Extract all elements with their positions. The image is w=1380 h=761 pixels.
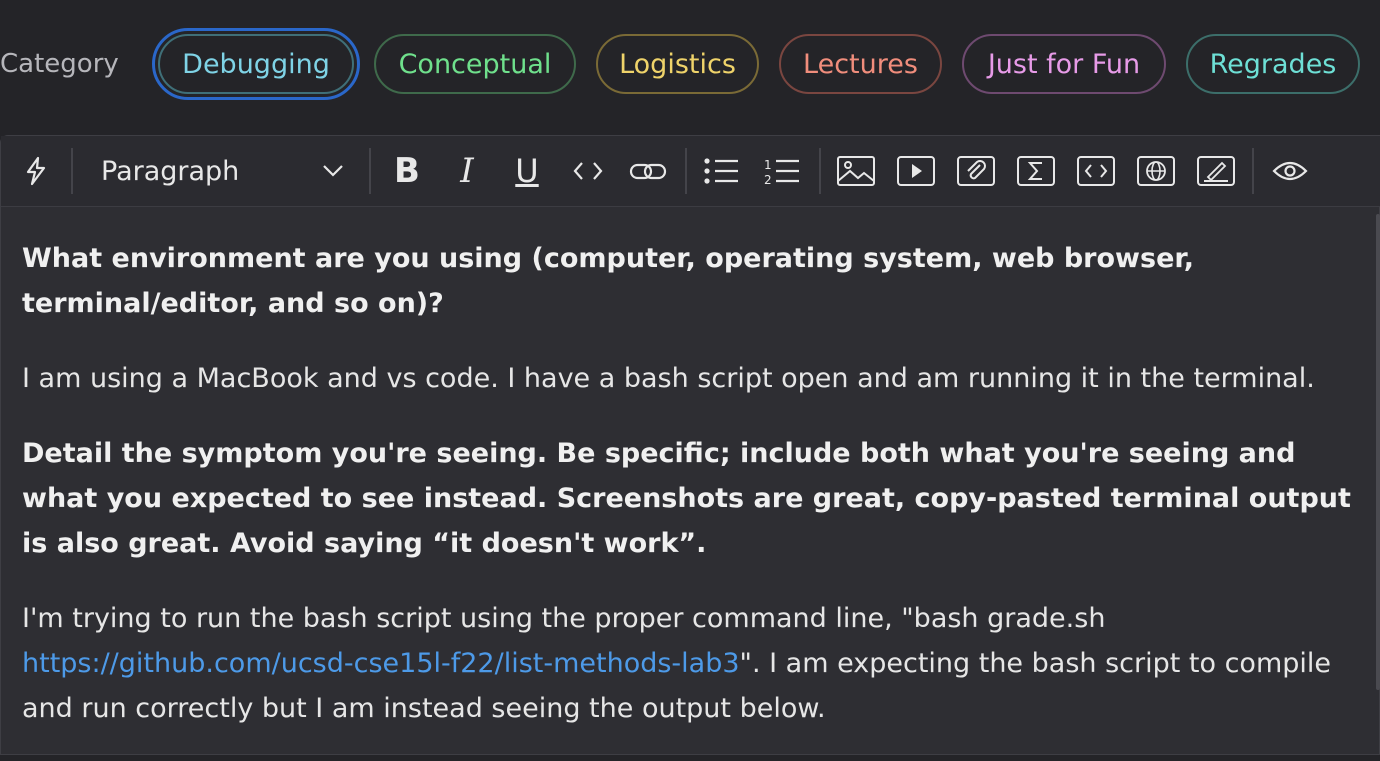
category-pill-regrades[interactable]: Regrades [1186, 34, 1360, 94]
block-type-select[interactable]: Paragraph [83, 148, 363, 194]
bullet-list-icon[interactable] [701, 150, 743, 192]
answer-symptom-text-start: I'm trying to run the bash script using … [22, 603, 1106, 634]
category-row: Category Debugging Conceptual Logistics … [0, 28, 1380, 100]
lightning-icon[interactable] [15, 150, 57, 192]
category-pill-debugging[interactable]: Debugging [152, 28, 360, 100]
editor-toolbar: Paragraph B I U 12 [1, 136, 1380, 207]
answer-environment: I am using a MacBook and vs code. I have… [22, 363, 1315, 394]
question-environment: What environment are you using (computer… [22, 243, 1194, 319]
repo-link[interactable]: https://github.com/ucsd-cse15l-f22/list-… [22, 648, 740, 679]
svg-text:2: 2 [764, 173, 772, 186]
category-pill-lectures[interactable]: Lectures [779, 34, 942, 94]
image-icon[interactable] [835, 150, 877, 192]
question-symptom: Detail the symptom you're seeing. Be spe… [22, 438, 1351, 559]
link-icon[interactable] [627, 150, 669, 192]
math-icon[interactable] [1015, 150, 1057, 192]
category-pill-just-for-fun[interactable]: Just for Fun [962, 34, 1166, 94]
italic-icon[interactable]: I [446, 150, 488, 192]
scrollbar[interactable] [1376, 214, 1380, 690]
answer-symptom: I'm trying to run the bash script using … [22, 596, 1362, 731]
rich-text-editor: Paragraph B I U 12 What environment are … [0, 135, 1380, 755]
block-type-value: Paragraph [101, 156, 240, 187]
category-pill-conceptual[interactable]: Conceptual [374, 34, 576, 94]
video-icon[interactable] [895, 150, 937, 192]
drawing-icon[interactable] [1195, 150, 1237, 192]
code-block-icon[interactable] [1075, 150, 1117, 192]
web-embed-icon[interactable] [1135, 150, 1177, 192]
category-pill-logistics[interactable]: Logistics [596, 34, 759, 94]
chevron-down-icon [321, 161, 345, 185]
category-label: Category [0, 49, 119, 79]
underline-icon[interactable]: U [506, 150, 548, 192]
svg-text:1: 1 [764, 158, 772, 172]
inline-code-icon[interactable] [567, 150, 609, 192]
numbered-list-icon[interactable]: 12 [761, 150, 803, 192]
attachment-icon[interactable] [955, 150, 997, 192]
editor-content[interactable]: What environment are you using (computer… [22, 236, 1362, 761]
preview-icon[interactable] [1269, 150, 1311, 192]
bold-icon[interactable]: B [386, 150, 428, 192]
